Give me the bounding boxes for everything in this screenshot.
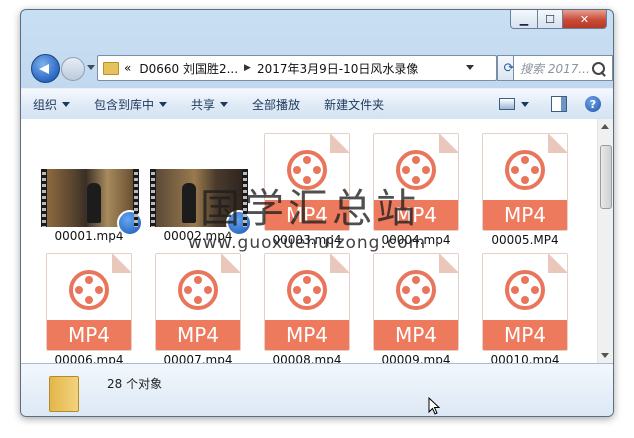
- file-name: 00009.mp4: [381, 353, 451, 363]
- command-bar: 组织 包含到库中 共享 全部播放 新建文件夹 ?: [21, 88, 613, 120]
- mp4-label: MP4: [265, 320, 349, 350]
- vertical-scrollbar[interactable]: [597, 119, 613, 363]
- view-options-dropdown[interactable]: [521, 101, 529, 107]
- breadcrumb-chevron-icon[interactable]: ▶: [244, 63, 251, 73]
- search-placeholder: 搜索 2017...: [520, 61, 590, 76]
- mp4-label: MP4: [47, 320, 131, 350]
- file-name: 00008.mp4: [272, 353, 342, 363]
- scroll-down-icon[interactable]: [601, 353, 609, 358]
- scroll-up-icon[interactable]: [601, 124, 609, 129]
- scrollbar-thumb[interactable]: [600, 145, 612, 209]
- organize-label: 组织: [33, 97, 58, 112]
- mp4-file-icon: MP4: [482, 253, 568, 351]
- item-count: 28 个对象: [107, 377, 163, 391]
- new-folder-label: 新建文件夹: [324, 97, 385, 112]
- file-name: 00007.mp4: [163, 353, 233, 363]
- video-thumbnail: [41, 169, 143, 236]
- search-icon[interactable]: [592, 61, 605, 75]
- file-item[interactable]: MP4 00006.mp4: [41, 253, 137, 363]
- breadcrumb-overflow[interactable]: «: [124, 61, 131, 75]
- mouse-cursor-icon: [428, 397, 440, 415]
- forward-button[interactable]: [61, 57, 85, 81]
- mp4-label: MP4: [483, 200, 567, 230]
- folder-icon: [49, 376, 79, 412]
- maximize-button[interactable]: ☐: [538, 10, 563, 29]
- include-in-library-label: 包含到库中: [94, 97, 155, 112]
- recent-pages-dropdown[interactable]: [87, 65, 95, 70]
- back-button[interactable]: [31, 54, 60, 83]
- file-name: 00005.MP4: [491, 233, 559, 247]
- breadcrumb-segment-current[interactable]: 2017年3月9日-10日风水录像: [257, 60, 418, 77]
- chevron-down-icon: [62, 101, 71, 107]
- organize-button[interactable]: 组织: [21, 89, 82, 119]
- mp4-file-icon: MP4: [373, 253, 459, 351]
- help-icon[interactable]: ?: [585, 96, 601, 112]
- watermark-title: 国学汇总站: [200, 186, 420, 232]
- mp4-label: MP4: [374, 320, 458, 350]
- mp4-file-icon: MP4: [155, 253, 241, 351]
- share-label: 共享: [191, 97, 216, 112]
- watermark-url: www.guoxuehuizong.com: [188, 233, 427, 253]
- mp4-file-icon: MP4: [482, 133, 568, 231]
- mp4-label: MP4: [483, 320, 567, 350]
- mp4-file-icon: MP4: [264, 253, 350, 351]
- file-item[interactable]: MP4 00010.mp4: [477, 253, 573, 363]
- mp4-label: MP4: [156, 320, 240, 350]
- play-all-button[interactable]: 全部播放: [240, 89, 312, 119]
- search-input[interactable]: 搜索 2017...: [513, 55, 613, 81]
- breadcrumb-segment-parent[interactable]: D0660 刘国胜2...: [139, 60, 238, 77]
- share-button[interactable]: 共享: [179, 89, 240, 119]
- minimize-button[interactable]: ▁: [510, 10, 538, 29]
- include-in-library-button[interactable]: 包含到库中: [82, 89, 179, 119]
- chevron-down-icon: [159, 101, 168, 107]
- details-pane: 28 个对象: [21, 363, 613, 416]
- navigation-bar: « D0660 刘国胜2... ▶ 2017年3月9日-10日风水录像 ⟳ 搜索…: [29, 53, 613, 83]
- address-bar[interactable]: « D0660 刘国胜2... ▶ 2017年3月9日-10日风水录像: [97, 55, 497, 81]
- play-all-label: 全部播放: [252, 97, 301, 112]
- media-player-icon: [117, 210, 143, 236]
- folder-icon: [103, 61, 119, 75]
- chevron-down-icon: [220, 101, 229, 107]
- mp4-file-icon: MP4: [46, 253, 132, 351]
- window-caption-buttons: ▁ ☐ ✕: [510, 10, 607, 29]
- new-folder-button[interactable]: 新建文件夹: [312, 89, 396, 119]
- file-item[interactable]: MP4 00009.mp4: [368, 253, 464, 363]
- preview-pane-icon[interactable]: [551, 96, 567, 112]
- close-button[interactable]: ✕: [563, 10, 607, 29]
- file-item[interactable]: MP4 00005.MP4: [477, 133, 573, 247]
- change-view-icon[interactable]: [499, 98, 515, 110]
- file-item[interactable]: MP4 00008.mp4: [259, 253, 355, 363]
- file-name: 00006.mp4: [54, 353, 124, 363]
- address-dropdown-icon[interactable]: [466, 65, 474, 70]
- file-item[interactable]: 00001.mp4: [41, 141, 143, 243]
- file-item[interactable]: MP4 00007.mp4: [150, 253, 246, 363]
- file-name: 00010.mp4: [490, 353, 560, 363]
